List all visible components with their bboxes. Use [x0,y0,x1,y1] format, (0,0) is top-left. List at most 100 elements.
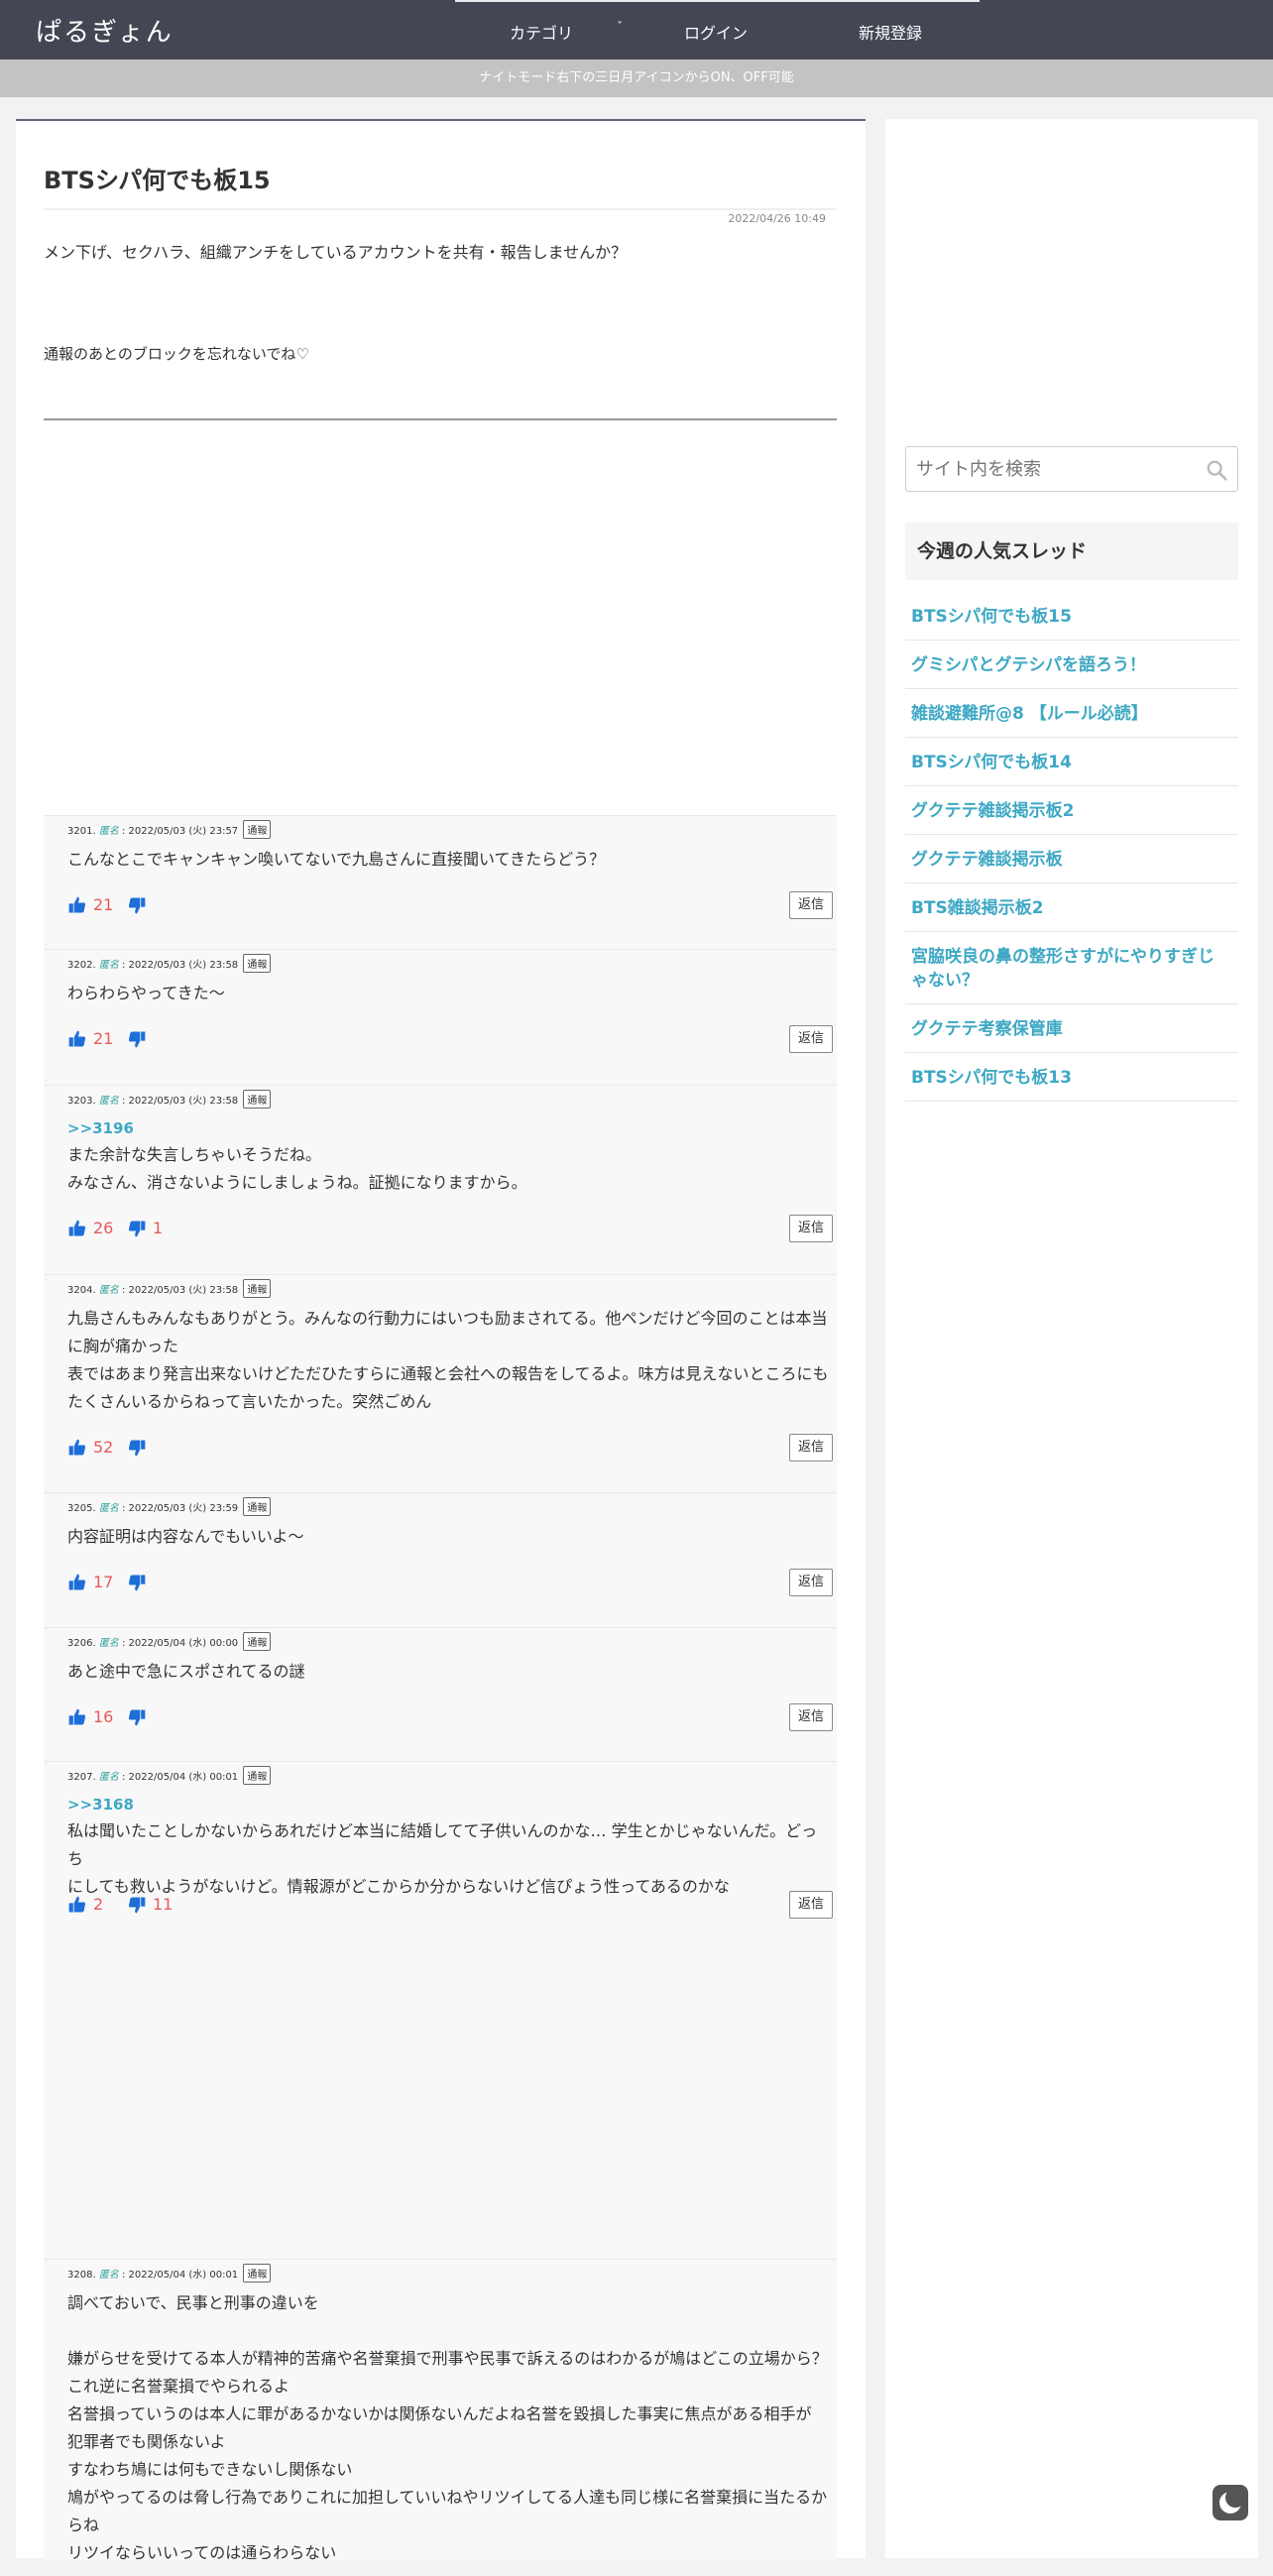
comment-line: すなわち鳩には何もできないし関係ない [67,2460,353,2479]
popular-thread-title: グミシパとグテシパを語ろう！ [911,655,1146,675]
comment-item: 3201. 匿名 : 2022/05/03 (火) 23:57 通報 こんなとこで… [44,815,837,944]
comment-item: 3202. 匿名 : 2022/05/03 (火) 23:58 通報 わらわらやっ… [44,949,837,1078]
night-mode-toggle[interactable] [1213,2485,1248,2520]
popular-thread-link[interactable]: BTSシパ何でも板15 [905,593,1238,641]
nav-register[interactable]: 新規登録 [859,20,922,44]
popular-thread-link[interactable]: グミシパとグテシパを語ろう！ [905,642,1238,689]
downvote-count: 1 [153,1219,164,1237]
comment-text: 調べておいで、民事と刑事の違いを 嫌がらせを受けてる本人が精神的苦痛や名誉棄損で… [67,2289,833,2567]
reply-button[interactable]: 返信 [789,1891,833,1919]
thread-title: BTSシパ何でも板15 [44,167,271,194]
comment-item: 3206. 匿名 : 2022/05/04 (水) 00:00 通報 あと途中で急… [44,1627,837,1756]
thumbs-down-icon[interactable] [127,1895,147,1915]
report-button[interactable]: 通報 [243,1279,272,1298]
comment-meta: 3207. 匿名 : 2022/05/04 (水) 00:01 通報 [67,1766,272,1785]
thumbs-up-icon[interactable] [67,1029,87,1049]
comment-line: 犯罪者でも関係ないよ [67,2432,226,2451]
comment-line: これ逆に名誉棄損でやられるよ [67,2377,290,2396]
comment-line [67,2317,833,2345]
upvote-count: 21 [93,1029,114,1048]
thread-intro-note: 通報のあとのブロックを忘れないでね♡ [44,345,309,363]
comment-meta: 3205. 匿名 : 2022/05/03 (火) 23:59 通報 [67,1497,272,1516]
comment-text: わらわらやってきた〜 [67,980,833,1007]
report-button[interactable]: 通報 [243,820,272,839]
thumbs-down-icon[interactable] [127,1219,147,1238]
thumbs-up-icon[interactable] [67,1895,87,1915]
report-button[interactable]: 通報 [243,954,272,973]
comment-meta: 3203. 匿名 : 2022/05/03 (火) 23:58 通報 [67,1090,272,1109]
thumbs-up-icon[interactable] [67,895,87,915]
reply-button[interactable]: 返信 [789,1703,833,1731]
comment-item: 3203. 匿名 : 2022/05/03 (火) 23:58 通報 >>3196… [44,1085,837,1267]
popular-thread-link[interactable]: グクテテ雑談掲示板2 [905,787,1238,835]
nav-login[interactable]: ログイン [684,20,748,44]
popular-thread-link[interactable]: 宮脇咲良の鼻の整形さすがにやりすぎじ ゃない？ [905,933,1238,1004]
popular-thread-link[interactable]: 雑談避難所@8 【ルール必読】 [905,690,1238,738]
search-input[interactable] [916,457,1194,481]
report-button[interactable]: 通報 [243,1497,272,1516]
comment-author: 匿名 [95,826,119,837]
comment-meta: 3201. 匿名 : 2022/05/03 (火) 23:57 通報 [67,820,272,839]
comment-line: 鳩がやってるのは脅し行為でありこれに加担していいねやリツイしてる人達も同じ様に名… [67,2488,828,2507]
comment-line: リツイならいいってのは通らわらない [67,2543,337,2562]
reply-anchor-link[interactable]: >>3168 [67,1796,134,1814]
header-accent-line [455,0,980,2]
popular-thread-link[interactable]: BTSシパ何でも板14 [905,739,1238,786]
reply-anchor-link[interactable]: >>3196 [67,1119,134,1137]
divider [44,208,837,210]
thumbs-up-icon[interactable] [67,1707,87,1727]
site-search[interactable] [905,446,1238,492]
reply-button[interactable]: 返信 [789,1569,833,1596]
popular-thread-title: ゃない？ [911,971,979,991]
nav-category[interactable]: カテゴリ [510,20,573,44]
comment-line: に胸が痛かった [67,1337,179,1355]
comment-line: 内容証明は内容なんでもいいよ〜 [67,1527,304,1546]
thumbs-up-icon[interactable] [67,1438,87,1458]
popular-thread-link[interactable]: グクテテ雑談掲示板 [905,836,1238,883]
sidebar: 今週の人気スレッド BTSシパ何でも板15 グミシパとグテシパを語ろう！ 雑談避難所… [885,119,1258,2558]
comment-timestamp: : 2022/05/03 (火) 23:58 [118,1096,242,1107]
popular-thread-link[interactable]: BTSシパ何でも板13 [905,1054,1238,1102]
comment-number: 3207. [67,1772,96,1783]
popular-thread-title: BTSシパ何でも板13 [911,1068,1072,1088]
reply-button[interactable]: 返信 [789,1215,833,1242]
thumbs-down-icon[interactable] [127,895,147,915]
upvote-count: 17 [93,1573,114,1591]
comment-author: 匿名 [95,960,119,971]
upvote-count: 2 [93,1895,104,1914]
thumbs-up-icon[interactable] [67,1573,87,1592]
popular-thread-link[interactable]: グクテテ考察保管庫 [905,1005,1238,1053]
reply-button[interactable]: 返信 [789,1025,833,1053]
comment-author: 匿名 [95,1503,119,1514]
thumbs-up-icon[interactable] [67,1219,87,1238]
report-button[interactable]: 通報 [243,2264,272,2283]
comment-timestamp: : 2022/05/04 (水) 00:01 [118,1772,242,1783]
popular-thread-title: BTSシパ何でも板15 [911,607,1072,627]
report-button[interactable]: 通報 [243,1090,272,1109]
report-button[interactable]: 通報 [243,1766,272,1785]
reply-button[interactable]: 返信 [789,891,833,919]
search-icon[interactable] [1206,459,1227,481]
comment-line: わらわらやってきた〜 [67,984,225,1002]
comment-item: 3207. 匿名 : 2022/05/04 (水) 00:01 通報 >>3168… [44,1761,837,1943]
reply-button[interactable]: 返信 [789,1434,833,1462]
thumbs-down-icon[interactable] [127,1438,147,1458]
thumbs-down-icon[interactable] [127,1707,147,1727]
moon-icon[interactable] [1213,2485,1248,2520]
comment-author: 匿名 [95,1285,119,1296]
chevron-down-icon[interactable]: ˇ [617,20,623,34]
comment-item: 3208. 匿名 : 2022/05/04 (水) 00:01 通報 調べておいで… [44,2259,837,2576]
popular-thread-link[interactable]: BTS雑談掲示板2 [905,884,1238,932]
comment-timestamp: : 2022/05/03 (火) 23:59 [118,1503,242,1514]
thumbs-down-icon[interactable] [127,1573,147,1592]
site-logo[interactable]: ぱるぎょん [36,12,174,49]
report-button[interactable]: 通報 [243,1632,272,1651]
popular-thread-title: BTS雑談掲示板2 [911,898,1044,918]
thumbs-down-icon[interactable] [127,1029,147,1049]
comment-number: 3203. [67,1096,96,1107]
comment-item: 3204. 匿名 : 2022/05/03 (火) 23:58 通報 九島さんもみ… [44,1274,837,1486]
comment-number: 3206. [67,1638,96,1649]
comment-list: 3201. 匿名 : 2022/05/03 (火) 23:57 通報 こんなとこで… [44,815,837,2562]
popular-threads-heading: 今週の人気スレッド [905,523,1238,580]
comment-number: 3205. [67,1503,96,1514]
